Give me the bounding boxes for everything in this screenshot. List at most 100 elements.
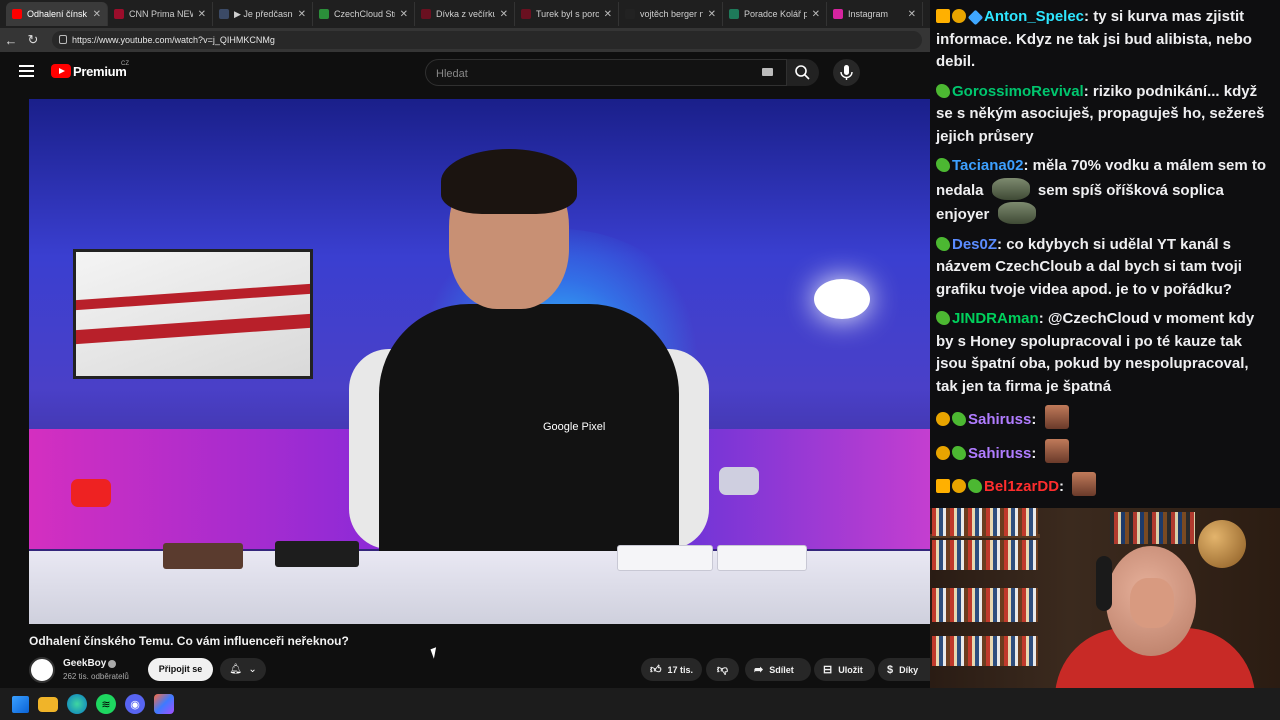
chat-emote — [997, 202, 1036, 224]
tab-favicon-icon — [219, 9, 229, 19]
crown-badge-icon — [936, 9, 950, 23]
tab-strip: Odhalení čínsk✕CNN Prima NEWS✕▶ Je předč… — [0, 0, 930, 28]
thanks-button[interactable]: $ Díky — [878, 658, 930, 681]
voice-search-button[interactable] — [833, 59, 860, 86]
browser-tab[interactable]: Dívka z večírku Filip ✕ — [415, 2, 515, 26]
video-jacket-text: Google Pixel — [543, 421, 606, 433]
video-shelf-left — [29, 429, 389, 549]
video-player[interactable]: Google Pixel — [29, 99, 930, 624]
stream-chat: Anton_Spelec: ty si kurva mas zjistit in… — [930, 0, 1280, 508]
chat-message: Sahiruss: — [936, 405, 1274, 432]
browser-window: Odhalení čínsk✕CNN Prima NEWS✕▶ Je předč… — [0, 0, 930, 688]
close-tab-icon[interactable]: ✕ — [400, 9, 408, 20]
like-count: 17 tis. — [667, 664, 694, 675]
share-button[interactable]: ➦ Sdílet — [745, 658, 811, 681]
close-tab-icon[interactable]: ✕ — [908, 9, 916, 20]
video-tv-prop — [73, 249, 313, 379]
channel-name[interactable]: GeekBoy — [63, 658, 106, 669]
chat-username[interactable]: Des0Z — [952, 236, 997, 253]
tab-title: CzechCloud Stream — [334, 9, 395, 19]
chat-separator: : — [1083, 82, 1093, 100]
leaf-badge-icon — [936, 236, 950, 251]
notifications-button[interactable]: 🔔︎ ⌄ — [220, 658, 266, 681]
browser-tab[interactable]: Turek byl s porouš ✕ — [515, 2, 619, 26]
close-tab-icon[interactable]: ✕ — [298, 9, 306, 20]
browser-tab[interactable]: ▶ Je předčasné řec ✕ — [213, 2, 313, 26]
chat-username[interactable]: GorossimoRevival — [952, 83, 1084, 100]
close-tab-icon[interactable]: ✕ — [93, 9, 101, 20]
chat-message: JINDRAman: @CzechCloud v moment kdy by s… — [936, 308, 1274, 398]
reload-icon[interactable]: ↻ — [22, 32, 44, 48]
chat-emote — [991, 177, 1030, 200]
chat-separator: : — [1031, 444, 1041, 462]
leaf-badge-icon — [936, 311, 950, 325]
chat-message: Des0Z: co kdybych si udělal YT kanál s n… — [936, 234, 1274, 302]
leaf-badge-icon — [936, 158, 950, 172]
video-table — [29, 541, 930, 624]
leaf-badge-icon — [936, 83, 950, 98]
one-badge-icon — [952, 479, 966, 493]
app-icon[interactable] — [154, 694, 174, 714]
one-badge-icon — [936, 445, 950, 460]
browser-tab[interactable]: CNN Prima NEWS ✕ — [108, 2, 213, 26]
thumb-down-icon: 👎︎ — [716, 664, 729, 676]
chat-username[interactable]: Taciana02 — [952, 157, 1023, 174]
browser-tab[interactable]: vojtěch berger na ✕ — [619, 2, 723, 26]
chat-username[interactable]: Anton_Spelec — [984, 8, 1084, 25]
save-button[interactable]: ⊟ Uložit — [814, 658, 875, 681]
browser-tab[interactable]: CzechCloud Stream ✕ — [313, 2, 415, 26]
browser-tab[interactable]: Odhalení čínsk ✕ — [6, 2, 108, 26]
windows-start-icon[interactable] — [12, 695, 29, 713]
back-icon[interactable]: ← — [0, 33, 22, 48]
keyboard-icon[interactable] — [762, 68, 773, 76]
discord-icon[interactable]: ◉ — [125, 694, 145, 714]
chat-username[interactable]: Sahiruss — [968, 411, 1031, 428]
tab-favicon-icon — [421, 9, 431, 19]
one-badge-icon — [936, 412, 950, 426]
chat-username[interactable]: Sahiruss — [968, 445, 1031, 462]
tab-favicon-icon — [833, 9, 843, 19]
youtube-header: Premium CZ Hledat — [0, 52, 930, 94]
microphone-icon — [840, 65, 853, 80]
chat-separator: : — [1031, 411, 1041, 428]
join-button[interactable]: Připojit se — [148, 658, 213, 681]
file-explorer-icon[interactable] — [38, 696, 58, 712]
channel-avatar[interactable] — [29, 657, 55, 683]
youtube-logo-icon[interactable] — [51, 64, 71, 78]
tab-favicon-icon — [521, 9, 531, 19]
search-button[interactable] — [787, 59, 819, 86]
chat-message: Bel1zarDD: — [936, 472, 1274, 499]
chat-username[interactable]: JINDRAman — [952, 310, 1039, 327]
close-tab-icon[interactable]: ✕ — [604, 9, 612, 20]
chat-username[interactable]: Bel1zarDD — [984, 478, 1059, 495]
close-tab-icon[interactable]: ✕ — [812, 9, 820, 20]
close-tab-icon[interactable]: ✕ — [708, 9, 716, 20]
chat-separator: : — [1038, 310, 1048, 327]
chat-message: Taciana02: měla 70% vodku a málem sem to… — [936, 155, 1274, 227]
site-info-icon[interactable] — [59, 35, 67, 44]
dislike-button[interactable]: 👎︎ — [706, 658, 739, 681]
chat-separator: : — [997, 235, 1007, 253]
address-bar-row: ← ↻ https://www.youtube.com/watch?v=j_QI… — [0, 28, 930, 52]
browser-tab[interactable]: Poradce Kolář příš ✕ — [723, 2, 827, 26]
search-input[interactable]: Hledat — [425, 59, 787, 86]
taskbar: ≋ ◉ — [0, 688, 1280, 720]
thanks-icon: $ — [887, 663, 894, 676]
close-tab-icon[interactable]: ✕ — [198, 9, 206, 20]
menu-icon[interactable] — [19, 65, 34, 77]
bell-icon: 🔔︎ — [229, 664, 242, 675]
chat-separator: : — [1084, 8, 1094, 25]
browser-tab[interactable]: Instagram ✕ — [827, 2, 923, 26]
tab-favicon-icon — [12, 9, 22, 19]
chat-message: GorossimoRevival: riziko podnikání... kd… — [936, 81, 1274, 149]
tab-title: Turek byl s porouš — [536, 9, 599, 19]
edge-browser-icon[interactable] — [67, 694, 87, 714]
like-button[interactable]: 👍︎ 17 tis. — [641, 658, 702, 681]
youtube-brand[interactable]: Premium — [73, 64, 127, 79]
close-tab-icon[interactable]: ✕ — [500, 9, 508, 20]
chat-message: Anton_Spelec: ty si kurva mas zjistit in… — [936, 6, 1274, 74]
url-field[interactable]: https://www.youtube.com/watch?v=j_QIHMKC… — [52, 31, 922, 49]
spotify-icon[interactable]: ≋ — [96, 694, 116, 714]
leaf-badge-icon — [952, 445, 966, 460]
tab-title: Poradce Kolář příš — [744, 9, 807, 19]
